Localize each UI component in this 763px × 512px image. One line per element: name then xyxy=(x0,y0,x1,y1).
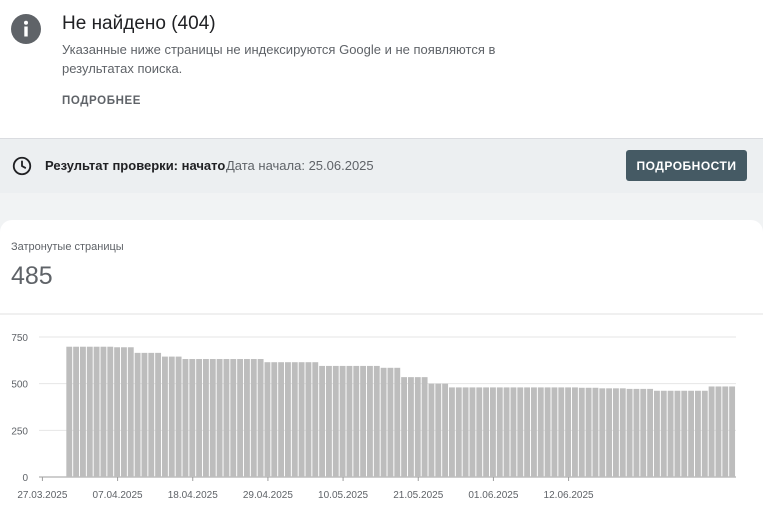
clock-icon xyxy=(12,156,32,176)
details-button[interactable]: ПОДРОБНОСТИ xyxy=(626,150,747,181)
issue-description: Указанные ниже страницы не индексируются… xyxy=(62,42,496,76)
affected-pages-label: Затронутые страницы xyxy=(11,241,124,253)
validation-start-date: Дата начала: 25.06.2025 xyxy=(226,158,374,173)
affected-pages-count: 485 xyxy=(11,262,53,290)
issue-title: Не найдено (404) xyxy=(62,13,216,34)
chart-card xyxy=(0,220,763,512)
info-icon xyxy=(11,14,41,44)
validation-status-label: Результат проверки: начато xyxy=(45,158,226,173)
more-link[interactable]: ПОДРОБНЕЕ xyxy=(62,95,141,107)
